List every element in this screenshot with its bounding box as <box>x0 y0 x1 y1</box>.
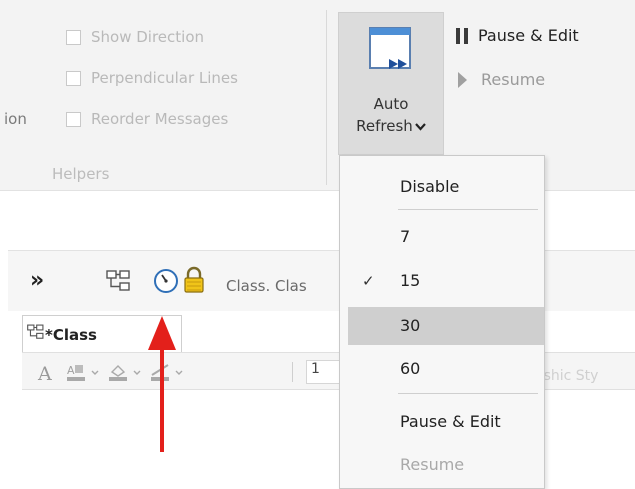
menu-item-label: 7 <box>400 227 411 246</box>
auto-refresh-clock-icon[interactable] <box>153 268 179 294</box>
checkmark-icon: ✓ <box>362 272 375 290</box>
line-color-icon[interactable] <box>150 362 188 384</box>
checkbox-box[interactable] <box>66 111 81 127</box>
diagram-breadcrumb: Class. Clas <box>226 277 307 295</box>
show-direction-label: Show Direction <box>91 28 205 46</box>
checkbox-box[interactable] <box>66 29 81 45</box>
menu-item-pause-edit[interactable]: Pause & Edit <box>340 403 544 441</box>
helpers-group-label: Helpers <box>52 165 110 183</box>
ribbon-pause-edit-label: Pause & Edit <box>478 26 579 45</box>
tab-class-label: *Class <box>45 326 97 344</box>
play-icon <box>458 71 467 88</box>
menu-item-60[interactable]: 60 <box>340 350 544 388</box>
font-color-icon[interactable]: A <box>66 362 104 384</box>
svg-text:A: A <box>67 364 75 377</box>
menu-item-resume: Resume <box>340 446 544 484</box>
auto-refresh-button[interactable]: Auto Refresh <box>338 12 444 155</box>
reorder-messages-checkbox[interactable]: Reorder Messages <box>66 110 228 128</box>
menu-item-15[interactable]: ✓ 15 <box>340 262 544 300</box>
reorder-messages-label: Reorder Messages <box>91 110 229 128</box>
auto-refresh-label: Auto Refresh <box>339 93 443 137</box>
menu-item-7[interactable]: 7 <box>340 218 544 256</box>
menu-separator <box>398 393 538 394</box>
show-direction-checkbox[interactable]: Show Direction <box>66 28 204 46</box>
menu-item-label: Pause & Edit <box>400 412 501 431</box>
auto-refresh-dropdown: Disable 7 ✓ 15 30 60 Pause & Edit Resume <box>339 155 545 489</box>
helpers-group: Show Direction Perpendicular Lines Reord… <box>0 0 330 190</box>
ribbon-group-divider <box>326 10 327 185</box>
expand-chevrons-button[interactable]: » <box>30 268 44 293</box>
auto-refresh-icon <box>369 27 411 69</box>
menu-item-label: 60 <box>400 359 421 378</box>
menu-item-label: Disable <box>400 177 460 196</box>
ribbon-resume-button[interactable]: Resume <box>458 70 545 89</box>
svg-text:A: A <box>37 363 52 384</box>
chevron-down-icon <box>415 123 426 131</box>
auto-refresh-label-line2: Refresh <box>339 115 443 137</box>
lock-icon[interactable] <box>182 266 206 294</box>
ribbon-pause-edit-button[interactable]: Pause & Edit <box>456 26 579 45</box>
menu-item-label: Resume <box>400 455 465 474</box>
menu-item-disable[interactable]: Disable <box>340 168 544 206</box>
auto-refresh-label-line1: Auto <box>373 95 409 113</box>
diagram-structure-icon[interactable] <box>106 270 132 292</box>
fill-color-icon[interactable] <box>108 362 146 384</box>
class-diagram-icon <box>27 324 44 339</box>
menu-item-label: 15 <box>400 271 421 290</box>
menu-item-30[interactable]: 30 <box>348 307 544 345</box>
perpendicular-lines-label: Perpendicular Lines <box>91 69 238 87</box>
font-icon[interactable]: A <box>36 362 58 384</box>
truncated-ribbon-label: ion <box>4 110 27 128</box>
checkbox-box[interactable] <box>66 70 81 86</box>
menu-item-label: 30 <box>400 316 421 335</box>
toolbar-divider <box>292 362 293 382</box>
pause-icon <box>456 27 468 44</box>
perpendicular-lines-checkbox[interactable]: Perpendicular Lines <box>66 69 238 87</box>
menu-separator <box>398 209 538 210</box>
ribbon-resume-label: Resume <box>481 70 546 89</box>
auto-refresh-label-text: Refresh <box>356 117 413 135</box>
annotation-arrow-shaft <box>160 340 164 452</box>
line-width-field[interactable]: 1 <box>306 360 340 384</box>
